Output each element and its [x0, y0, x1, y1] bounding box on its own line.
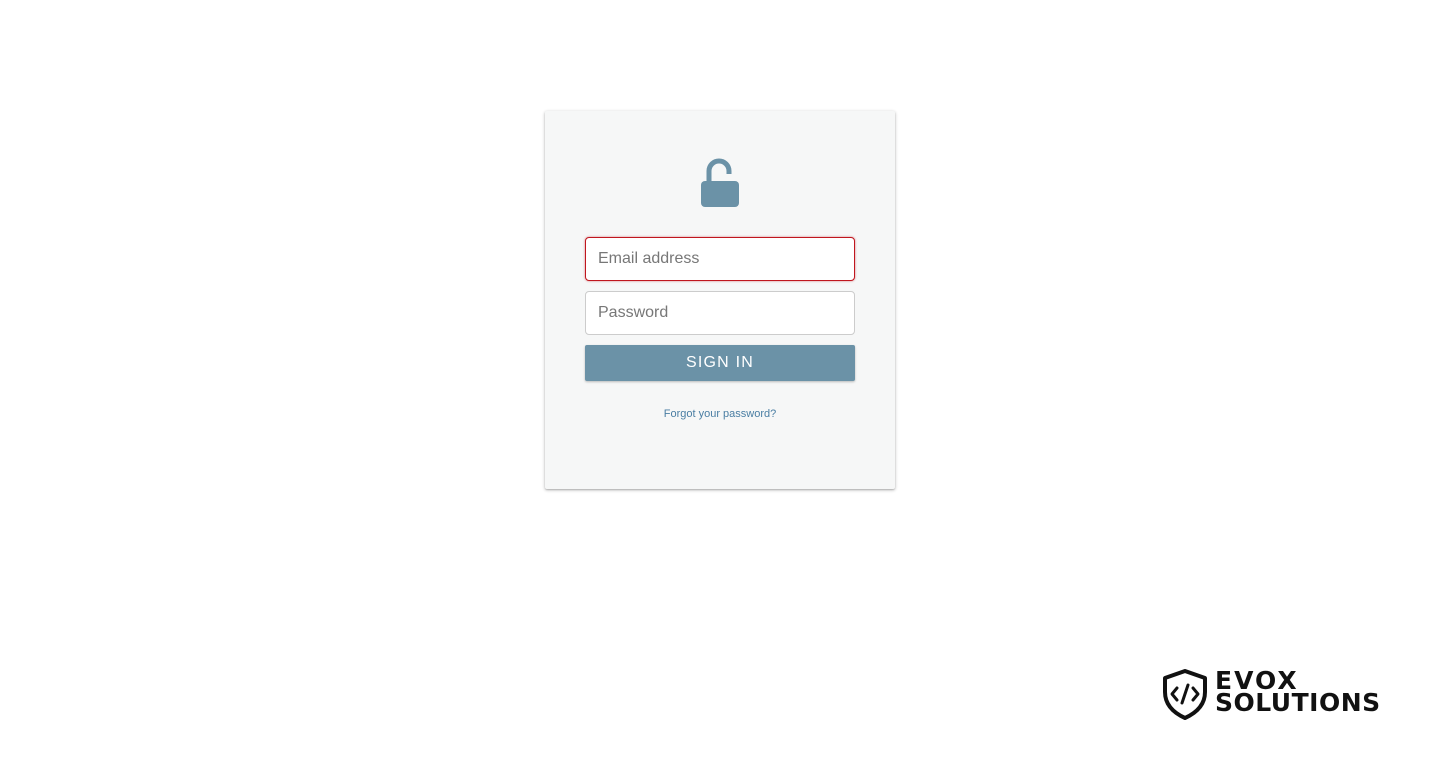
- forgot-password-link[interactable]: Forgot your password?: [545, 408, 895, 420]
- email-field[interactable]: [585, 237, 855, 281]
- company-logo: EVOX SOLUTIONS: [1161, 668, 1401, 720]
- password-field[interactable]: [585, 291, 855, 335]
- sign-in-button[interactable]: SIGN IN: [585, 345, 855, 381]
- logo-line2: SOLUTIONS: [1215, 688, 1381, 717]
- login-page: SIGN IN Forgot your password? EVOX SOLUT…: [0, 0, 1440, 757]
- login-card: SIGN IN Forgot your password?: [545, 111, 895, 489]
- logo-wordmark: EVOX SOLUTIONS: [1215, 668, 1381, 717]
- shield-code-icon: [1163, 669, 1207, 720]
- unlocked-padlock-icon: [701, 158, 739, 207]
